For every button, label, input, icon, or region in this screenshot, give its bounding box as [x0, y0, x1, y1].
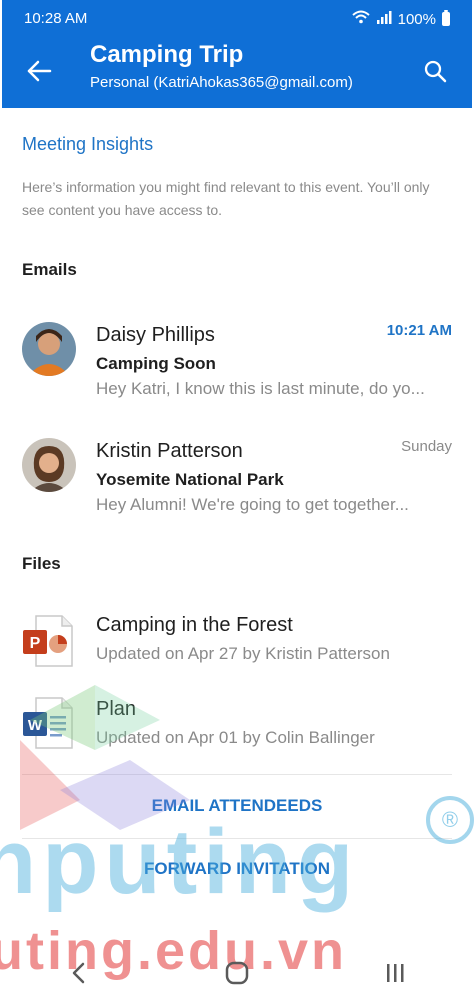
battery-percent: 100% [397, 10, 436, 28]
email-preview: Hey Katri, I know this is last minute, d… [96, 379, 425, 398]
email-item[interactable]: Daisy Phillips Camping Soon Hey Katri, I… [0, 316, 474, 416]
nav-back-button[interactable] [49, 953, 109, 993]
files-heading: Files [22, 554, 61, 573]
file-name: Plan [96, 698, 137, 720]
file-type-letter: W [28, 717, 43, 734]
page-title: Camping Trip [90, 41, 244, 68]
status-time: 10:28 AM [24, 10, 88, 27]
meeting-insights-title: Meeting Insights [22, 134, 154, 154]
email-subject: Yosemite National Park [96, 470, 284, 489]
forward-invitation-button[interactable]: FORWARD INVITATION [0, 859, 474, 879]
emails-heading: Emails [22, 260, 77, 279]
avatar [22, 322, 76, 376]
system-nav-bar [0, 948, 474, 998]
back-button[interactable] [22, 54, 56, 88]
nav-home-button[interactable] [207, 953, 267, 993]
email-time: 10:21 AM [386, 322, 452, 339]
app-screen: 10:28 AM 100% Camping Trip Personal (Kat… [0, 0, 474, 998]
back-arrow-icon [27, 60, 52, 82]
avatar [22, 438, 76, 492]
wifi-icon [351, 10, 370, 28]
nav-recents-button[interactable] [365, 953, 425, 993]
file-type-letter: P [30, 635, 41, 652]
nav-recents-icon [387, 964, 404, 982]
email-subject: Camping Soon [96, 354, 216, 373]
calendar-account: Personal (KatriAhokas365@gmail.com) [90, 74, 353, 91]
email-preview: Hey Alumni! We're going to get together.… [96, 495, 409, 514]
email-attendees-button[interactable]: EMAIL ATTENDEEDS [0, 796, 474, 816]
nav-home-icon [225, 961, 249, 985]
nav-back-icon [72, 962, 85, 984]
divider [22, 774, 452, 775]
battery-icon [442, 10, 450, 26]
signal-icon [376, 10, 392, 28]
email-time: Sunday [401, 438, 452, 455]
powerpoint-icon: P [22, 614, 74, 668]
insights-description: Here’s information you might find releva… [22, 179, 430, 218]
app-header: 10:28 AM 100% Camping Trip Personal (Kat… [2, 0, 472, 108]
file-meta: Updated on Apr 01 by Colin Ballinger [96, 728, 375, 747]
word-icon: W [22, 696, 74, 750]
email-sender: Daisy Phillips [96, 324, 215, 346]
watermark-registered: ® [426, 796, 474, 844]
status-icons: 100% [351, 10, 450, 28]
email-item[interactable]: Kristin Patterson Yosemite National Park… [0, 432, 474, 532]
file-meta: Updated on Apr 27 by Kristin Patterson [96, 644, 390, 663]
file-item[interactable]: P Camping in the Forest Updated on Apr 2… [0, 610, 474, 690]
file-item[interactable]: W Plan Updated on Apr 01 by Colin Ballin… [0, 694, 474, 774]
email-sender: Kristin Patterson [96, 440, 243, 462]
file-name: Camping in the Forest [96, 614, 293, 636]
search-icon [424, 60, 447, 83]
search-button[interactable] [420, 56, 450, 86]
divider [22, 838, 452, 839]
